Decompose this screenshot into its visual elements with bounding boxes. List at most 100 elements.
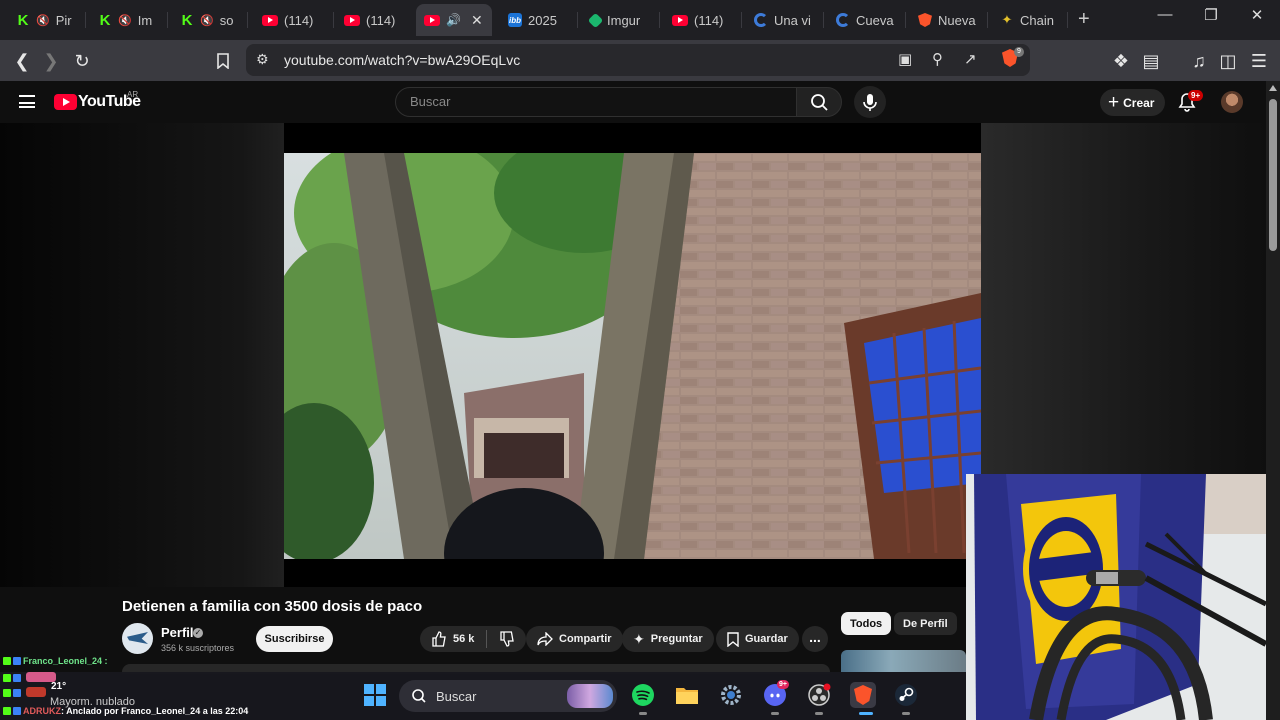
browser-tab[interactable]: K 🔇 so xyxy=(172,4,248,36)
steam-icon[interactable] xyxy=(894,683,918,707)
media-icon[interactable]: ♫ xyxy=(1186,48,1212,74)
scroll-up-arrow-icon[interactable] xyxy=(1269,85,1277,91)
video-frame[interactable] xyxy=(284,153,981,559)
save-button[interactable]: Guardar xyxy=(716,626,799,652)
cast-icon[interactable]: ▣ xyxy=(898,50,912,68)
browser-tab[interactable]: Una vi xyxy=(746,4,824,36)
minimize-icon[interactable]: — xyxy=(1142,6,1188,23)
subscribe-button[interactable]: Suscribirse xyxy=(256,626,333,652)
chat-sticker-image xyxy=(25,687,46,697)
settings-icon[interactable] xyxy=(719,683,743,707)
tab-title: Nueva xyxy=(938,12,976,28)
taskbar-search[interactable]: Buscar xyxy=(399,680,617,712)
edge-circle-icon xyxy=(836,13,850,27)
muted-speaker-icon[interactable]: 🔇 xyxy=(118,14,132,27)
file-explorer-icon[interactable] xyxy=(675,683,699,707)
related-video-thumbnail[interactable] xyxy=(841,650,966,672)
menu-icon[interactable]: ☰ xyxy=(1246,48,1272,74)
chat-badge-icon xyxy=(13,707,21,715)
maximize-icon[interactable]: ❐ xyxy=(1188,6,1234,24)
speaker-icon[interactable]: 🔊 xyxy=(446,13,461,27)
channel-avatar[interactable] xyxy=(122,623,153,654)
share-icon[interactable]: ↗ xyxy=(964,50,977,68)
sidebar-toggle-icon[interactable]: ◫ xyxy=(1215,48,1241,74)
chat-message-pinned: ADRUKZ: Anclado por Franco_Leonel_24 a l… xyxy=(3,706,248,716)
chat-badge-icon xyxy=(13,674,21,682)
create-label: Crear xyxy=(1123,95,1155,110)
shields-count-badge: 9 xyxy=(1014,47,1024,57)
chat-text: : Anclado por Franco_Leonel_24 a las 22:… xyxy=(61,706,249,716)
ask-label: Preguntar xyxy=(650,633,703,645)
guide-menu-icon[interactable] xyxy=(19,95,35,108)
forward-icon[interactable]: ❯ xyxy=(38,48,64,74)
tab-title: Una vi xyxy=(774,12,811,28)
create-button[interactable]: + Crear xyxy=(1100,89,1165,116)
address-bar[interactable]: ⚙ youtube.com/watch?v=bwA29OEqLvc ▣ ⚲ ↗ xyxy=(246,44,1030,76)
chip-from-channel[interactable]: De Perfil xyxy=(894,612,957,635)
share-button[interactable]: Compartir xyxy=(526,626,623,652)
page-scrollbar[interactable] xyxy=(1266,81,1280,720)
browser-tab[interactable]: ibb 2025 xyxy=(500,4,578,36)
voice-search-button[interactable] xyxy=(854,86,886,118)
user-avatar[interactable] xyxy=(1221,91,1243,113)
browser-tab[interactable]: K 🔇 Pir xyxy=(8,4,86,36)
close-tab-icon[interactable]: ✕ xyxy=(471,12,483,29)
ask-button[interactable]: ✦ Preguntar xyxy=(622,626,714,652)
url-text[interactable]: youtube.com/watch?v=bwA29OEqLvc xyxy=(284,52,520,68)
windows-logo-icon xyxy=(364,684,386,706)
like-button[interactable]: 56 k xyxy=(431,631,474,647)
back-icon[interactable]: ❮ xyxy=(9,48,35,74)
youtube-logo-icon[interactable] xyxy=(54,94,77,110)
brave-icon xyxy=(918,13,932,27)
muted-speaker-icon[interactable]: 🔇 xyxy=(36,14,50,27)
browser-tab[interactable]: (114) xyxy=(336,4,414,36)
bookmark-icon xyxy=(727,631,739,647)
extensions-icon[interactable]: ❖ xyxy=(1108,48,1134,74)
youtube-icon xyxy=(672,14,688,26)
youtube-icon xyxy=(424,14,440,26)
plus-icon: + xyxy=(1108,92,1120,113)
ambient-glow-left xyxy=(0,123,284,587)
browser-tab[interactable]: ✦ Chain xyxy=(992,4,1068,36)
chip-all[interactable]: Todos xyxy=(841,612,892,635)
video-scene-image xyxy=(284,153,981,559)
muted-speaker-icon[interactable]: 🔇 xyxy=(200,14,214,27)
video-player[interactable] xyxy=(284,123,981,587)
brave-icon xyxy=(854,685,872,705)
more-actions-button[interactable]: ... xyxy=(802,626,828,652)
browser-tab[interactable]: Nueva xyxy=(910,4,988,36)
spotify-icon[interactable] xyxy=(631,683,655,707)
edge-circle-icon xyxy=(754,13,768,27)
browser-tab-strip: K 🔇 Pir K 🔇 Im K 🔇 so (114) (114) 🔊 ✕ ib… xyxy=(0,0,1280,40)
site-settings-icon[interactable]: ⚙ xyxy=(256,51,269,68)
channel-name[interactable]: Perfil xyxy=(161,625,194,640)
video-title: Detienen a familia con 3500 dosis de pac… xyxy=(122,598,423,615)
browser-tab[interactable]: Imgur xyxy=(582,4,660,36)
browser-tab[interactable]: Cueva xyxy=(828,4,906,36)
share-arrow-icon xyxy=(537,632,553,646)
obs-icon[interactable] xyxy=(807,683,831,707)
tab-title: Im xyxy=(137,12,153,28)
start-button[interactable] xyxy=(363,683,387,707)
reload-icon[interactable]: ↻ xyxy=(69,48,95,74)
search-highlight-image xyxy=(567,684,613,708)
new-tab-button[interactable]: + xyxy=(1078,8,1090,31)
scrollbar-thumb[interactable] xyxy=(1269,99,1277,251)
browser-tab[interactable]: K 🔇 Im xyxy=(90,4,168,36)
browser-tab[interactable]: (114) xyxy=(664,4,742,36)
search-input[interactable] xyxy=(410,94,780,109)
bookmark-icon[interactable] xyxy=(210,48,236,74)
browser-tab-active[interactable]: 🔊 ✕ xyxy=(416,4,492,36)
browser-tab[interactable]: (114) xyxy=(254,4,334,36)
discord-badge: 9+ xyxy=(777,680,789,689)
search-icon xyxy=(412,689,426,703)
close-window-icon[interactable]: ✕ xyxy=(1234,6,1280,24)
zoom-icon[interactable]: ⚲ xyxy=(932,50,943,68)
tab-title: so xyxy=(219,12,234,28)
tab-title: Cueva xyxy=(856,12,894,28)
search-button[interactable] xyxy=(796,87,842,117)
brave-browser-taskbar-icon[interactable] xyxy=(850,682,876,708)
thumbs-down-icon[interactable] xyxy=(499,631,515,647)
thumbs-up-icon xyxy=(432,631,446,647)
wallet-icon[interactable]: ▤ xyxy=(1138,48,1164,74)
